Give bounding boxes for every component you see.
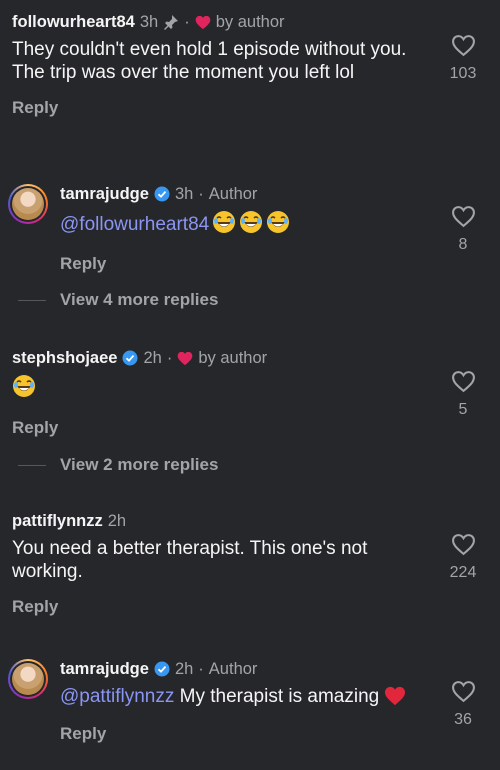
reply-button[interactable]: Reply — [60, 254, 500, 274]
liked-by-author-label: by author — [215, 13, 285, 31]
reply-button[interactable]: Reply — [12, 98, 500, 118]
laughing-face-icon — [212, 210, 236, 240]
view-more-replies-button[interactable]: View 2 more replies — [18, 455, 218, 475]
comment-tamrajudge-1: tamrajudge 3h · Author @followurheart84 … — [0, 184, 500, 274]
like-button[interactable]: 5 — [438, 370, 488, 419]
like-button[interactable]: 36 — [438, 680, 488, 729]
heart-outline-icon[interactable] — [451, 533, 476, 556]
heart-outline-icon[interactable] — [451, 680, 476, 703]
timestamp: 3h — [139, 13, 159, 31]
reply-button[interactable]: Reply — [12, 597, 500, 617]
author-heart-icon — [195, 15, 211, 30]
username[interactable]: pattiflynnzz — [12, 511, 103, 531]
comment-text: @pattiflynnzz My therapist is amazing — [60, 685, 420, 712]
like-count: 224 — [449, 564, 477, 581]
like-count: 5 — [458, 401, 468, 418]
timestamp: 2h — [107, 512, 127, 530]
comment-text — [12, 374, 417, 404]
comment-meta: pattiflynnzz 2h — [12, 511, 500, 531]
timestamp: 2h — [174, 660, 194, 678]
verified-badge-icon — [122, 350, 138, 366]
like-count: 36 — [454, 711, 472, 728]
like-button[interactable]: 103 — [438, 34, 488, 83]
comment-meta: followurheart84 3h · by author — [12, 12, 500, 32]
comment-meta: stephshojaee 2h · by author — [12, 348, 500, 368]
mention-link[interactable]: @pattiflynnzz — [60, 686, 174, 707]
view-more-label[interactable]: View 2 more replies — [60, 455, 218, 475]
reply-button[interactable]: Reply — [12, 418, 500, 438]
comment-text-body: My therapist is amazing — [174, 686, 380, 707]
like-count: 8 — [458, 236, 468, 253]
verified-badge-icon — [154, 661, 170, 677]
username[interactable]: tamrajudge — [60, 659, 149, 679]
separator-dot: · — [184, 13, 190, 31]
comment-meta: tamrajudge 2h · Author — [60, 659, 500, 679]
view-more-replies-button[interactable]: View 4 more replies — [18, 290, 218, 310]
like-button[interactable]: 8 — [438, 205, 488, 254]
pin-icon — [163, 14, 179, 30]
comment-text: They couldn't even hold 1 episode withou… — [12, 39, 407, 83]
author-heart-icon — [177, 351, 193, 366]
author-label: Author — [208, 185, 258, 203]
separator-dot: · — [198, 185, 204, 203]
divider-line — [18, 464, 46, 466]
laughing-face-icon — [12, 374, 36, 404]
timestamp: 3h — [174, 185, 194, 203]
like-count: 103 — [449, 65, 477, 82]
heart-outline-icon[interactable] — [451, 370, 476, 393]
view-more-label[interactable]: View 4 more replies — [60, 290, 218, 310]
comment-tamrajudge-2: tamrajudge 2h · Author @pattiflynnzz My … — [0, 659, 500, 744]
heart-outline-icon[interactable] — [451, 34, 476, 57]
divider-line — [18, 299, 46, 301]
verified-badge-icon — [154, 186, 170, 202]
liked-by-author-label: by author — [198, 349, 268, 367]
reply-button[interactable]: Reply — [60, 724, 500, 744]
red-heart-icon — [384, 686, 406, 712]
laughing-face-icon — [239, 210, 263, 240]
laughing-face-icon — [266, 210, 290, 240]
comment-stephshojaee: stephshojaee 2h · by author Reply — [0, 348, 500, 438]
comment-pattiflynnzz: pattiflynnzz 2h You need a better therap… — [0, 511, 500, 617]
username[interactable]: followurheart84 — [12, 12, 135, 32]
username[interactable]: stephshojaee — [12, 348, 117, 368]
timestamp: 2h — [143, 349, 162, 367]
heart-outline-icon[interactable] — [451, 205, 476, 228]
like-button[interactable]: 224 — [438, 533, 488, 582]
separator-dot: · — [166, 349, 173, 367]
comment-meta: tamrajudge 3h · Author — [60, 184, 500, 204]
separator-dot: · — [198, 660, 204, 678]
comment-text: You need a better therapist. This one's … — [12, 538, 368, 582]
username[interactable]: tamrajudge — [60, 184, 149, 204]
comment-text: @followurheart84 — [60, 210, 465, 240]
mention-link[interactable]: @followurheart84 — [60, 214, 209, 235]
comment-followurheart84: followurheart84 3h · by author They coul… — [0, 12, 500, 118]
author-label: Author — [208, 660, 258, 678]
